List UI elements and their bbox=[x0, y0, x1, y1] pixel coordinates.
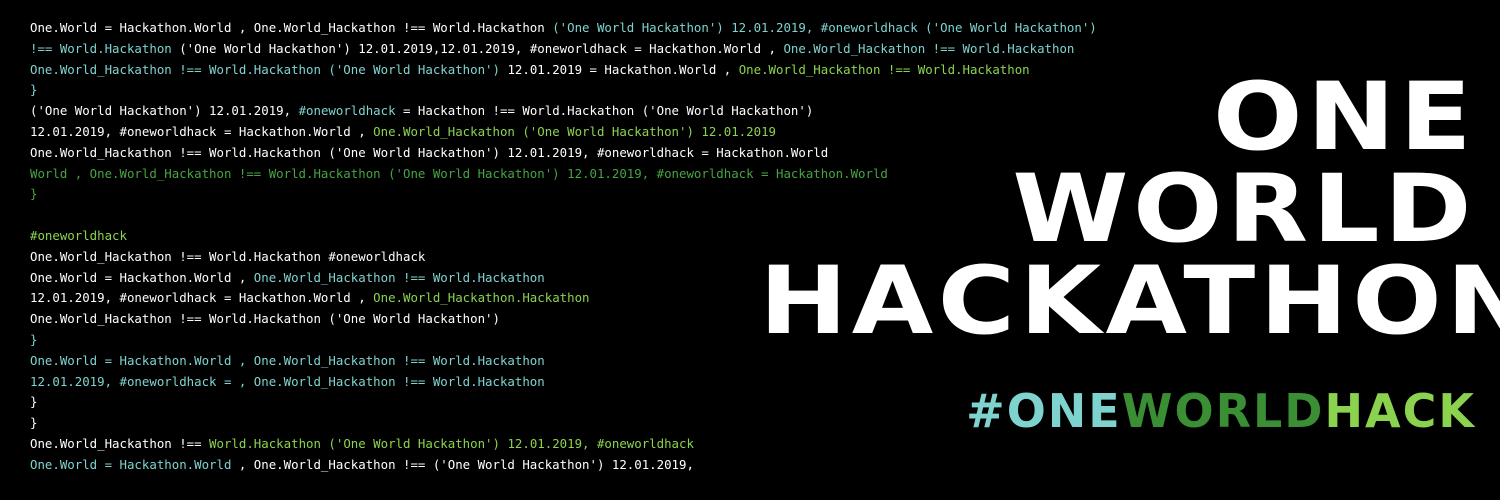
banner: One.World = Hackathon.World , One.World_… bbox=[0, 0, 1500, 500]
logo-word-hackathon: HACKATHON bbox=[759, 247, 1500, 356]
code-segment: 12.01.2019 = Hackathon.World , bbox=[507, 61, 739, 77]
logo-word-one: ONE bbox=[1213, 63, 1476, 172]
code-segment: , One.World_Hackathon !== ('One World Ha… bbox=[238, 456, 694, 472]
code-segment: } bbox=[30, 82, 38, 98]
code-segment: !== World.Hackathon bbox=[30, 40, 180, 56]
code-segment: One.World_Hackathon !== World.Hackathon … bbox=[30, 144, 829, 160]
code-segment: 12.01.2019, #oneworldhack = , One.World_… bbox=[30, 373, 545, 389]
code-segment: = Hackathon !== World.Hackathon ('One Wo… bbox=[395, 103, 814, 119]
code-line: !== World.Hackathon ('One World Hackatho… bbox=[30, 39, 1130, 60]
code-line: One.World_Hackathon !== World.Hackathon … bbox=[30, 434, 1130, 455]
code-segment: One.World_Hackathon !== World.Hackathon bbox=[783, 40, 1075, 56]
hashtag-part: # bbox=[966, 384, 1007, 438]
code-segment: One.World_Hackathon ('One World Hackatho… bbox=[373, 123, 776, 139]
code-segment: One.World = Hackathon.World , One.World_… bbox=[30, 20, 553, 35]
code-segment: 12.01.2019, #oneworldhack = Hackathon.Wo… bbox=[30, 290, 374, 306]
code-segment: World.Hackathon ('One World Hackathon') … bbox=[209, 435, 694, 451]
code-segment: } bbox=[30, 394, 38, 410]
code-segment: ('One World Hackathon') 12.01.2019,12.01… bbox=[179, 40, 784, 56]
code-segment: One.World = Hackathon.World , One.World_… bbox=[30, 352, 545, 368]
code-line: One.World = Hackathon.World , One.World_… bbox=[30, 455, 1130, 476]
code-segment: One.World = Hackathon.World , bbox=[30, 269, 254, 285]
hashtag-part: ONE bbox=[1006, 384, 1122, 438]
code-segment: 12.01.2019, #oneworldhack = Hackathon.Wo… bbox=[30, 123, 374, 139]
code-segment: } bbox=[30, 331, 38, 347]
logo-word-world: WORLD bbox=[1012, 155, 1476, 264]
code-segment: ('One World Hackathon') 12.01.2019, #one… bbox=[552, 20, 1097, 35]
code-segment: One.World = Hackathon.World bbox=[30, 456, 239, 472]
code-segment: One.World_Hackathon !== World.Hackathon bbox=[253, 269, 545, 285]
code-segment: One.World_Hackathon.Hackathon bbox=[373, 290, 590, 306]
code-segment: One.World_Hackathon !== World.Hackathon … bbox=[30, 311, 500, 327]
code-segment: } bbox=[30, 186, 38, 202]
code-segment: One.World_Hackathon !== World.Hackathon … bbox=[30, 61, 508, 77]
hashtag-part: HACK bbox=[1324, 384, 1476, 438]
code-segment: ('One World Hackathon') 12.01.2019, bbox=[30, 103, 299, 119]
code-segment: } bbox=[30, 415, 38, 431]
hashtag: #ONEWORLDHACK bbox=[836, 386, 1476, 436]
event-logo: ONE WORLD HACKATHON #ONEWORLDHACK bbox=[759, 71, 1500, 437]
code-segment: #oneworldhack bbox=[30, 227, 127, 243]
hashtag-part: WORLD bbox=[1121, 384, 1325, 438]
code-segment: One.World_Hackathon !== bbox=[30, 435, 210, 451]
code-segment: One.World_Hackathon !== World.Hackathon … bbox=[30, 248, 426, 264]
code-line: One.World = Hackathon.World , One.World_… bbox=[30, 18, 1130, 39]
code-segment: #oneworldhack bbox=[298, 103, 396, 119]
